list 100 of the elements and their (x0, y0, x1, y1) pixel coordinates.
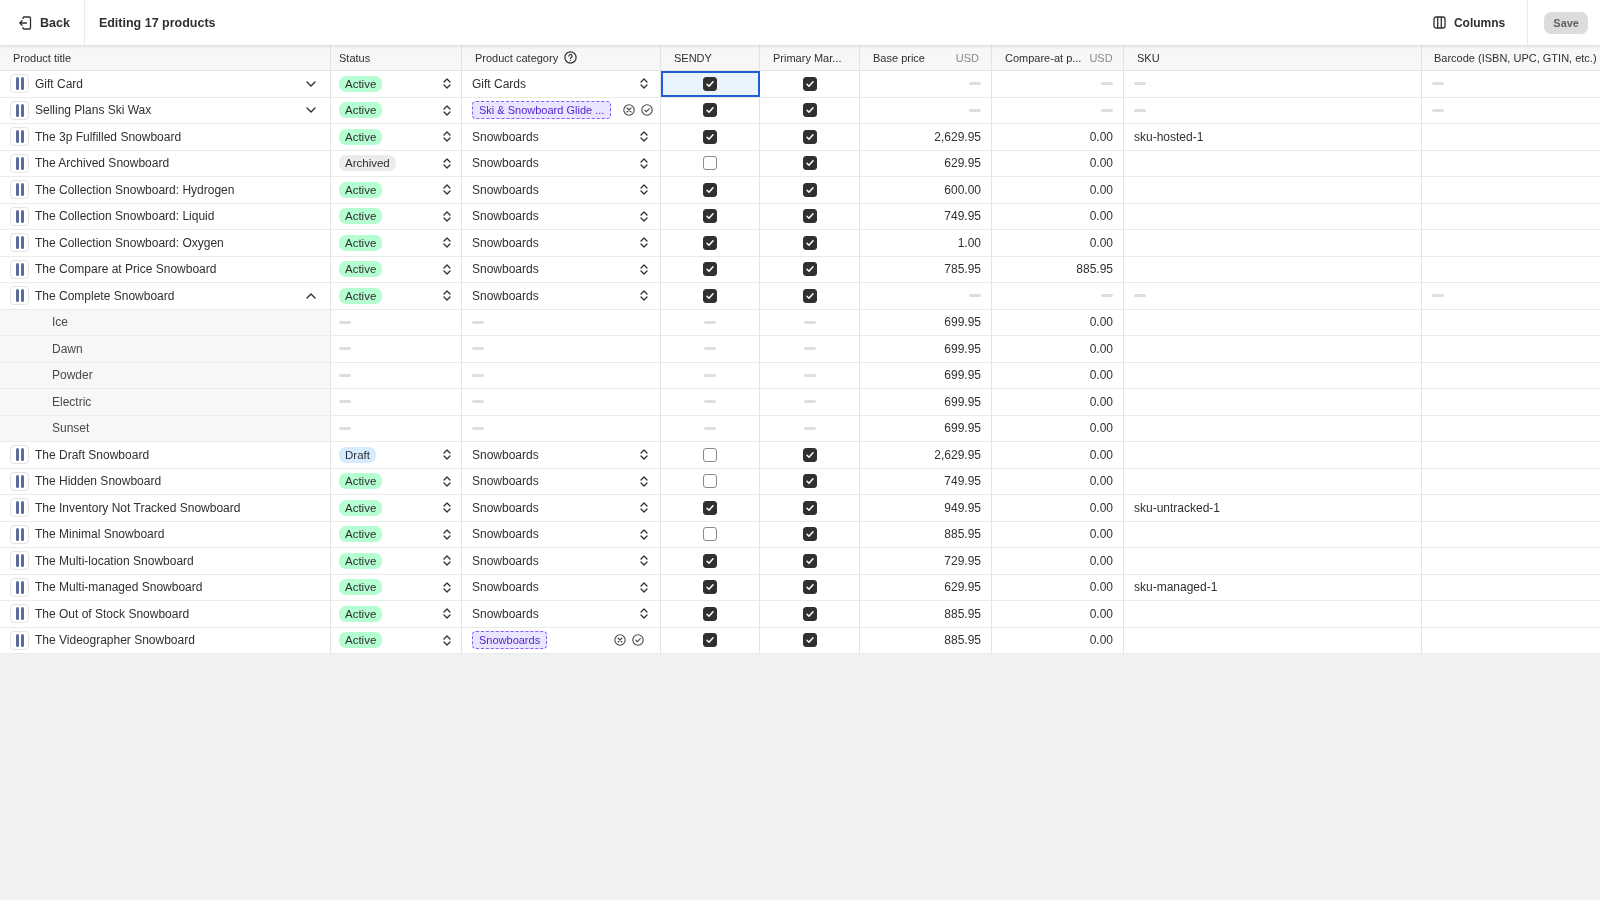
status-badge[interactable]: Archived (339, 155, 396, 172)
price-value[interactable]: 1.00 (957, 235, 981, 250)
category-value[interactable]: Snowboards (472, 129, 539, 144)
checkbox[interactable] (703, 447, 717, 462)
select-caret-icon[interactable] (443, 104, 451, 116)
price-value[interactable]: 0.00 (1089, 553, 1113, 568)
price-value[interactable]: 0.00 (1089, 633, 1113, 648)
checkbox[interactable] (703, 288, 717, 303)
status-badge[interactable]: Active (339, 128, 383, 145)
price-value[interactable]: 0.00 (1089, 500, 1113, 515)
category-chip[interactable]: Ski & Snowboard Glide ... (472, 101, 612, 120)
category-value[interactable]: Snowboards (472, 553, 539, 568)
price-value[interactable]: 0.00 (1089, 129, 1113, 144)
select-caret-icon[interactable] (640, 78, 648, 90)
price-value[interactable]: 629.95 (944, 580, 981, 595)
price-value[interactable]: 699.95 (944, 394, 981, 409)
price-value[interactable]: 0.00 (1089, 421, 1113, 436)
price-value[interactable]: 600.00 (944, 182, 981, 197)
checkbox[interactable] (802, 474, 817, 489)
help-icon[interactable] (564, 51, 578, 64)
checkbox-cell[interactable] (661, 71, 760, 97)
category-value[interactable]: Snowboards (472, 474, 539, 489)
select-caret-icon[interactable] (640, 210, 648, 222)
checkbox[interactable] (703, 103, 717, 118)
price-value[interactable]: 0.00 (1089, 156, 1113, 171)
checkbox[interactable] (802, 182, 817, 197)
price-value[interactable]: 885.95 (944, 606, 981, 621)
select-caret-icon[interactable] (640, 555, 648, 567)
checkbox[interactable] (703, 156, 717, 171)
checkbox[interactable] (703, 527, 717, 542)
checkbox[interactable] (802, 500, 817, 515)
checkbox[interactable] (703, 76, 717, 91)
status-badge[interactable]: Active (339, 208, 383, 225)
price-value[interactable]: 0.00 (1089, 474, 1113, 489)
status-badge[interactable]: Active (339, 473, 383, 490)
status-badge[interactable]: Active (339, 632, 383, 649)
checkbox[interactable] (802, 235, 817, 250)
category-value[interactable]: Snowboards (472, 235, 539, 250)
cancel-icon[interactable] (614, 634, 626, 647)
price-value[interactable]: 0.00 (1089, 341, 1113, 356)
category-value[interactable]: Snowboards (472, 447, 539, 462)
checkbox[interactable] (802, 527, 817, 542)
category-value[interactable]: Snowboards (472, 156, 539, 171)
status-badge[interactable]: Active (339, 261, 383, 278)
category-value[interactable]: Snowboards (472, 606, 539, 621)
status-badge[interactable]: Active (339, 526, 383, 543)
chevron-up-icon[interactable] (306, 292, 316, 299)
checkbox[interactable] (802, 447, 817, 462)
select-caret-icon[interactable] (640, 263, 648, 275)
select-caret-icon[interactable] (640, 528, 648, 540)
checkbox[interactable] (802, 129, 817, 144)
select-caret-icon[interactable] (443, 449, 451, 461)
select-caret-icon[interactable] (640, 502, 648, 514)
cancel-icon[interactable] (623, 104, 636, 117)
checkbox[interactable] (703, 182, 717, 197)
checkbox[interactable] (802, 103, 817, 118)
status-badge[interactable]: Active (339, 552, 383, 569)
checkbox[interactable] (802, 580, 817, 595)
checkbox[interactable] (802, 209, 817, 224)
category-value[interactable]: Snowboards (472, 262, 539, 277)
status-badge[interactable]: Active (339, 234, 383, 251)
price-value[interactable]: 949.95 (944, 500, 981, 515)
price-value[interactable]: 699.95 (944, 368, 981, 383)
price-value[interactable]: 2,629.95 (934, 129, 981, 144)
chevron-down-icon[interactable] (306, 107, 316, 114)
checkbox[interactable] (802, 288, 817, 303)
category-value[interactable]: Snowboards (472, 527, 539, 542)
select-caret-icon[interactable] (640, 475, 648, 487)
select-caret-icon[interactable] (443, 263, 451, 275)
price-value[interactable]: 2,629.95 (934, 447, 981, 462)
select-caret-icon[interactable] (443, 131, 451, 143)
category-value[interactable]: Snowboards (472, 288, 539, 303)
price-value[interactable]: 749.95 (944, 474, 981, 489)
status-badge[interactable]: Active (339, 75, 383, 92)
checkbox[interactable] (703, 209, 717, 224)
price-value[interactable]: 885.95 (944, 527, 981, 542)
price-value[interactable]: 699.95 (944, 341, 981, 356)
category-value[interactable]: Snowboards (472, 500, 539, 515)
price-value[interactable]: 0.00 (1089, 209, 1113, 224)
checkbox[interactable] (703, 474, 717, 489)
chevron-down-icon[interactable] (306, 80, 316, 87)
checkbox[interactable] (703, 129, 717, 144)
category-value[interactable]: Snowboards (472, 580, 539, 595)
price-value[interactable]: 785.95 (944, 262, 981, 277)
price-value[interactable]: 0.00 (1089, 394, 1113, 409)
checkbox[interactable] (703, 633, 717, 648)
price-value[interactable]: 699.95 (944, 315, 981, 330)
select-caret-icon[interactable] (640, 290, 648, 302)
status-badge[interactable]: Active (339, 499, 383, 516)
category-value[interactable]: Gift Cards (472, 76, 526, 91)
checkbox[interactable] (703, 500, 717, 515)
select-caret-icon[interactable] (443, 290, 451, 302)
status-badge[interactable]: Active (339, 287, 383, 304)
price-value[interactable]: 729.95 (944, 553, 981, 568)
select-caret-icon[interactable] (443, 157, 451, 169)
status-badge[interactable]: Active (339, 605, 383, 622)
checkbox[interactable] (703, 235, 717, 250)
price-value[interactable]: 0.00 (1089, 447, 1113, 462)
category-value[interactable]: Snowboards (472, 209, 539, 224)
status-badge[interactable]: Draft (339, 446, 376, 463)
